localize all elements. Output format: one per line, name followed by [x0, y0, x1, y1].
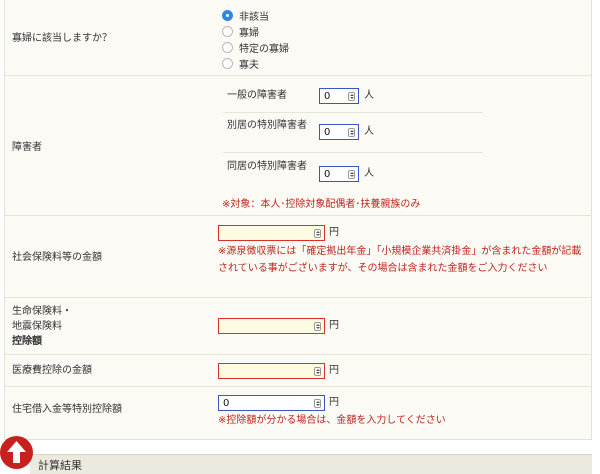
radio-option-widow[interactable]: 寡婦 [222, 24, 259, 39]
unit-label: 人 [364, 126, 374, 137]
input-value: 0 [324, 169, 331, 180]
radio-option-none[interactable]: 非該当 [222, 8, 269, 23]
stepper-icon[interactable] [348, 128, 355, 137]
disabled-general-input[interactable]: 0 [319, 88, 359, 104]
stepper-icon[interactable] [348, 170, 355, 179]
housing-loan-row: 住宅借入金等特別控除額 0 円 ※控除額が分かる場合は、金額を入力してください [5, 387, 591, 432]
disabled-cohabiting-subrow: 同居の特別障害者 0 人 [223, 153, 483, 194]
unit-label: 人 [364, 168, 374, 179]
radio-option-label: 寡夫 [239, 59, 259, 71]
disabled-row: 障害者 一般の障害者 0 人 別居の特別障害者 0 人 同居の特別障害者 0 人 [5, 76, 591, 216]
disabled-note: ※対象：本人･控除対象配偶者･扶養親族のみ [222, 199, 421, 210]
radio-option-label: 非該当 [239, 11, 269, 23]
form-panel: 寡婦に該当しますか？ 非該当 寡婦 特定の寡婦 寡夫 障害者 一般の障害者 0 … [4, 0, 592, 440]
radio-option-special-widow[interactable]: 特定の寡婦 [222, 40, 289, 55]
life-insurance-label-2: 地震保険料 [12, 321, 62, 332]
disabled-label: 障害者 [12, 142, 42, 153]
unit-label: 円 [329, 320, 339, 331]
disabled-separate-input[interactable]: 0 [319, 124, 359, 140]
unit-label: 円 [329, 397, 339, 408]
stepper-icon[interactable] [314, 229, 321, 238]
medical-label: 医療費控除の金額 [12, 365, 92, 376]
life-insurance-row: 生命保険料・ 地震保険料 控除額 円 [5, 298, 591, 355]
social-insurance-label: 社会保険料等の金額 [12, 252, 102, 263]
housing-loan-note: ※控除額が分かる場合は、金額を入力してください [218, 415, 446, 426]
input-value: 0 [324, 91, 331, 102]
radio-unchecked-icon[interactable] [222, 25, 233, 37]
stepper-icon[interactable] [314, 322, 321, 331]
life-insurance-input[interactable] [218, 318, 325, 334]
result-section-title: 計算結果 [38, 459, 82, 472]
radio-option-widower[interactable]: 寡夫 [222, 56, 259, 71]
input-value: 0 [223, 398, 230, 409]
disabled-cohabiting-input[interactable]: 0 [319, 166, 359, 182]
social-insurance-input[interactable] [218, 225, 325, 241]
disabled-general-subrow: 一般の障害者 0 人 [223, 76, 483, 113]
housing-loan-label: 住宅借入金等特別控除額 [12, 404, 122, 415]
medical-row: 医療費控除の金額 円 [5, 355, 591, 387]
housing-loan-input[interactable]: 0 [218, 395, 325, 411]
input-value: 0 [324, 127, 331, 138]
radio-option-label: 寡婦 [239, 27, 259, 39]
medical-input[interactable] [218, 363, 325, 379]
life-insurance-label-1: 生命保険料・ [12, 306, 72, 317]
social-insurance-note: ※源泉徴収票には「確定拠出年金」「小規模企業共済掛金」が含まれた金額が記載されて… [218, 246, 582, 274]
stepper-icon[interactable] [314, 399, 321, 408]
result-section-header[interactable]: 計算結果 [30, 454, 592, 474]
disabled-general-label: 一般の障害者 [227, 90, 287, 101]
life-insurance-label-3: 控除額 [12, 336, 42, 347]
disabled-separate-subrow: 別居の特別障害者 0 人 [223, 113, 483, 153]
radio-option-label: 特定の寡婦 [239, 43, 289, 55]
unit-label: 人 [364, 90, 374, 101]
disabled-cohabiting-label: 同居の特別障害者 [227, 161, 307, 172]
arrow-up-circle-icon[interactable] [0, 436, 33, 469]
stepper-icon[interactable] [314, 367, 321, 376]
stepper-icon[interactable] [348, 92, 355, 101]
unit-label: 円 [329, 365, 339, 376]
radio-unchecked-icon[interactable] [222, 41, 233, 53]
disabled-separate-label: 別居の特別障害者 [227, 120, 307, 131]
widow-label: 寡婦に該当しますか？ [12, 33, 112, 44]
radio-unchecked-icon[interactable] [222, 57, 233, 69]
social-insurance-row: 社会保険料等の金額 円 ※源泉徴収票には「確定拠出年金」「小規模企業共済掛金」が… [5, 216, 591, 298]
arrow-up-glyph-icon [7, 441, 26, 463]
widow-row: 寡婦に該当しますか？ 非該当 寡婦 特定の寡婦 寡夫 [5, 0, 591, 76]
unit-label: 円 [329, 227, 339, 238]
radio-checked-icon[interactable] [222, 9, 233, 21]
